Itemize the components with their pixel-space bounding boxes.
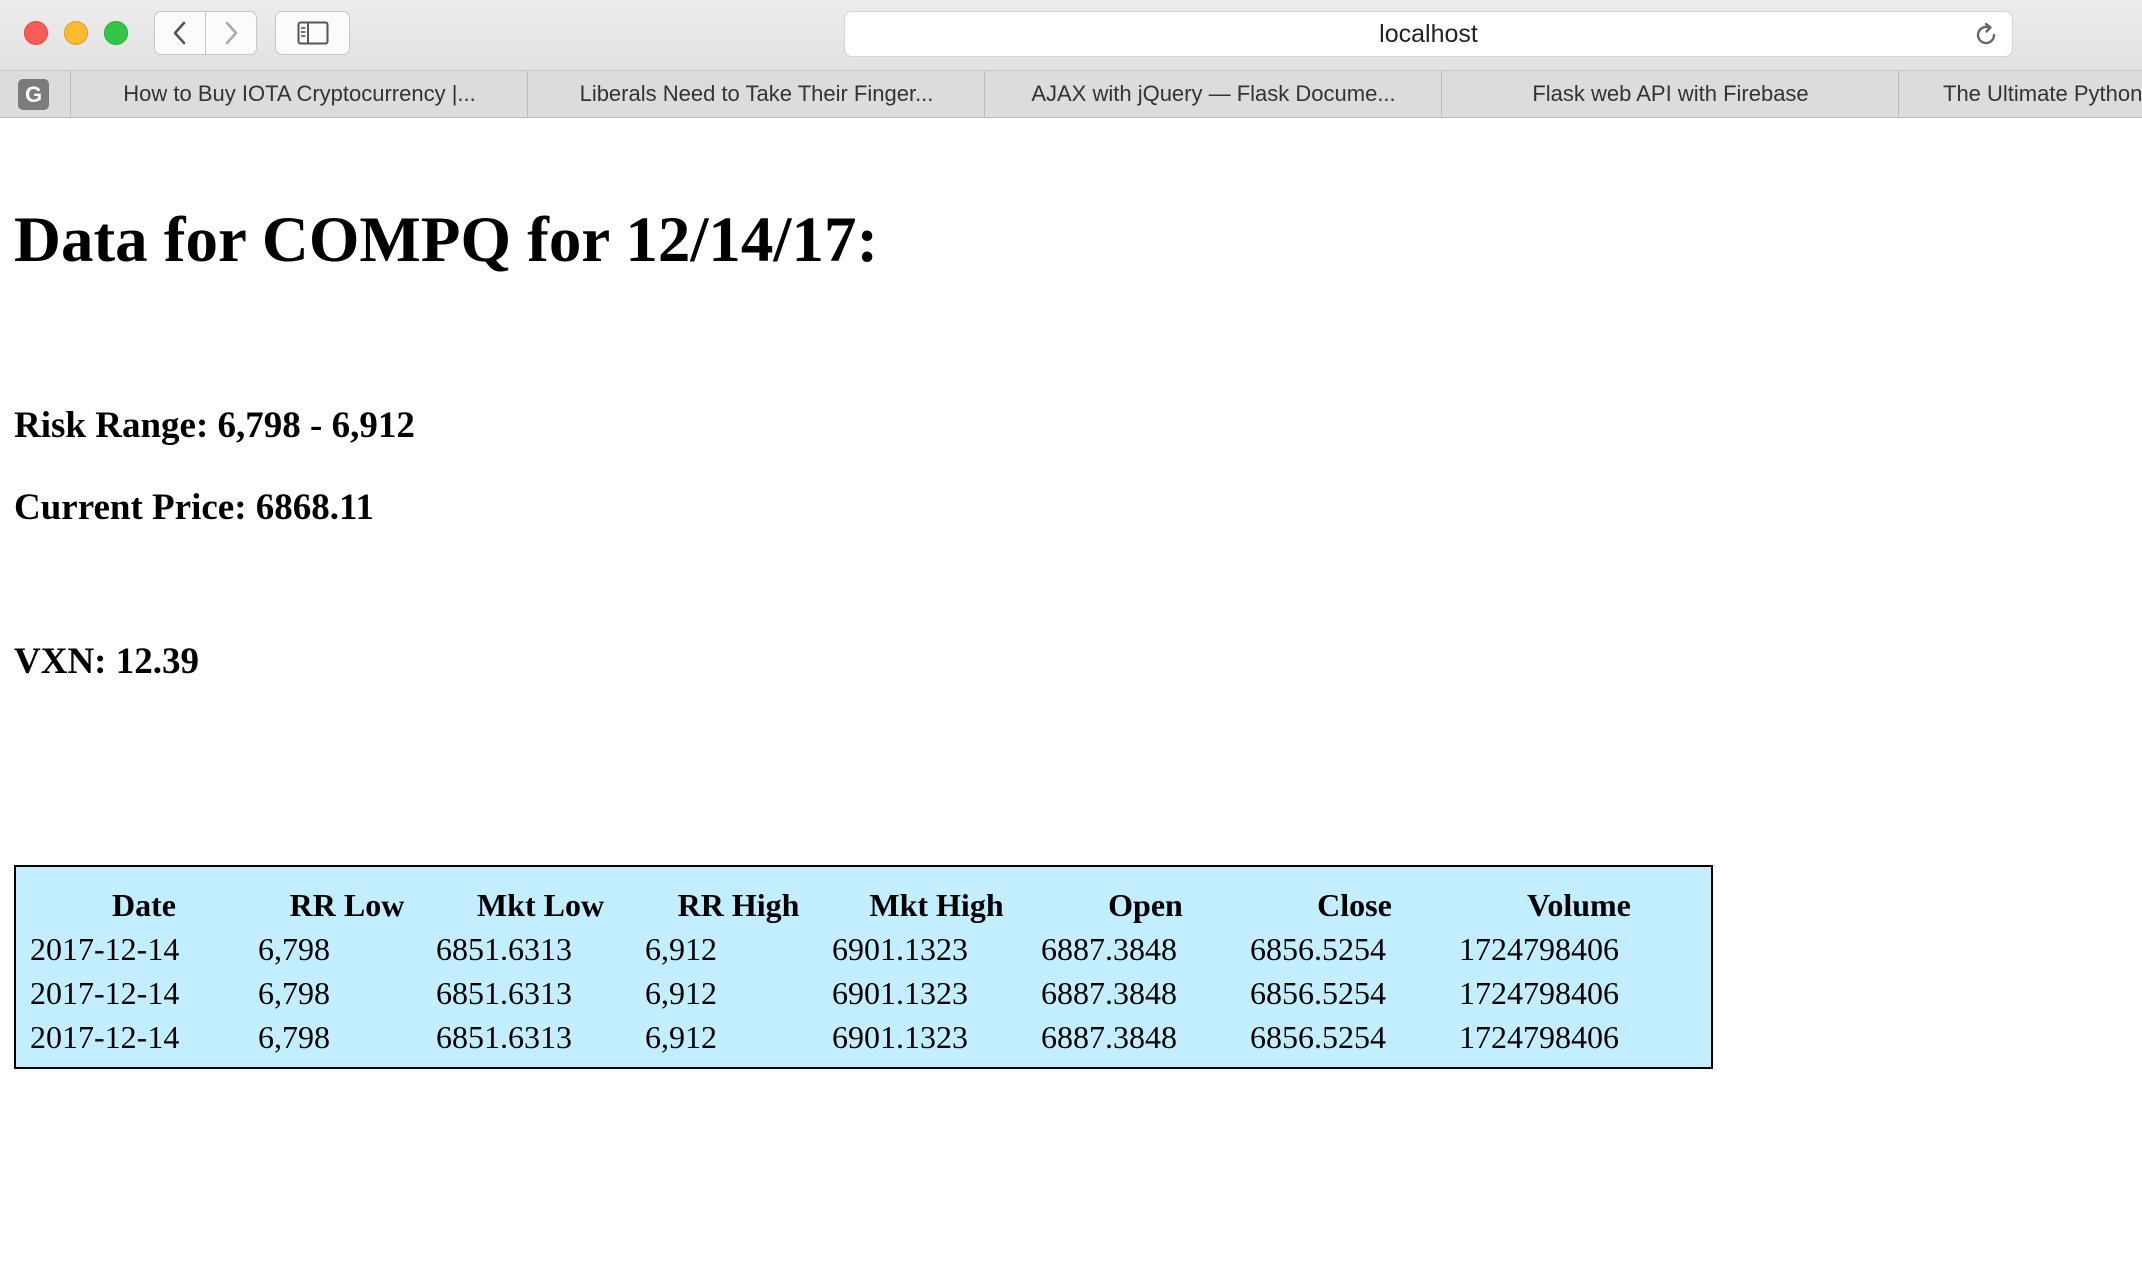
address-bar[interactable]: localhost: [844, 11, 2013, 57]
chevron-left-icon: [173, 21, 186, 45]
minimize-window-button[interactable]: [64, 21, 88, 45]
cell-open: 6887.3848: [1041, 1019, 1177, 1055]
zoom-window-button[interactable]: [104, 21, 128, 45]
cell-rr-high: 6,912: [645, 1019, 717, 1055]
sidebar-toggle-button[interactable]: [275, 11, 350, 55]
cell-date: 2017-12-14: [30, 931, 180, 967]
data-table-container: Date RR Low Mkt Low RR High Mkt High Ope…: [14, 865, 1713, 1069]
column-header-rr-low[interactable]: RR Low: [258, 883, 436, 927]
cell-mkt-low: 6851.6313: [436, 931, 572, 967]
tab-liberals[interactable]: Liberals Need to Take Their Finger...: [527, 71, 985, 117]
tab-ultimate-python[interactable]: The Ultimate Python: [1898, 71, 2142, 117]
cell-mkt-high: 6901.1323: [832, 931, 968, 967]
cell-mkt-high: 6901.1323: [832, 975, 968, 1011]
close-window-button[interactable]: [24, 21, 48, 45]
cell-volume: 1724798406: [1459, 931, 1619, 967]
table-header-row: Date RR Low Mkt Low RR High Mkt High Ope…: [30, 883, 1699, 927]
cell-volume: 1724798406: [1459, 975, 1619, 1011]
table-row: 2017-12-14 6,798 6851.6313 6,912 6901.13…: [30, 971, 1699, 1015]
column-header-mkt-high[interactable]: Mkt High: [832, 883, 1041, 927]
column-header-volume[interactable]: Volume: [1459, 883, 1699, 927]
page-title: Data for COMPQ for 12/14/17:: [14, 204, 879, 276]
vxn-heading: VXN: 12.39: [14, 641, 199, 682]
column-header-rr-high[interactable]: RR High: [645, 883, 832, 927]
tab-flask-firebase[interactable]: Flask web API with Firebase: [1441, 71, 1899, 117]
cell-mkt-low: 6851.6313: [436, 1019, 572, 1055]
table-row: 2017-12-14 6,798 6851.6313 6,912 6901.13…: [30, 927, 1699, 971]
cell-rr-high: 6,912: [645, 931, 717, 967]
forward-button[interactable]: [205, 11, 257, 55]
data-table: Date RR Low Mkt Low RR High Mkt High Ope…: [30, 883, 1699, 1059]
column-header-date[interactable]: Date: [30, 883, 258, 927]
tab-iota[interactable]: How to Buy IOTA Cryptocurrency |...: [70, 71, 528, 117]
cell-mkt-high: 6901.1323: [832, 1019, 968, 1055]
column-header-mkt-low[interactable]: Mkt Low: [436, 883, 645, 927]
table-row: 2017-12-14 6,798 6851.6313 6,912 6901.13…: [30, 1015, 1699, 1059]
tab-bar: G How to Buy IOTA Cryptocurrency |... Li…: [0, 71, 2142, 118]
reload-icon[interactable]: [1972, 21, 2000, 49]
back-button[interactable]: [154, 11, 206, 55]
cell-close: 6856.5254: [1250, 931, 1386, 967]
cell-mkt-low: 6851.6313: [436, 975, 572, 1011]
cell-date: 2017-12-14: [30, 1019, 180, 1055]
current-price-heading: Current Price: 6868.11: [14, 487, 374, 528]
column-header-open[interactable]: Open: [1041, 883, 1250, 927]
cell-close: 6856.5254: [1250, 975, 1386, 1011]
chevron-right-icon: [225, 21, 238, 45]
address-text: localhost: [1379, 20, 1478, 48]
cell-rr-low: 6,798: [258, 1019, 330, 1055]
cell-rr-low: 6,798: [258, 975, 330, 1011]
tab-ajax-jquery[interactable]: AJAX with jQuery — Flask Docume...: [984, 71, 1442, 117]
sidebar-icon: [297, 21, 328, 45]
column-header-close[interactable]: Close: [1250, 883, 1459, 927]
cell-open: 6887.3848: [1041, 975, 1177, 1011]
g-favicon-icon[interactable]: G: [18, 79, 49, 110]
cell-volume: 1724798406: [1459, 1019, 1619, 1055]
cell-date: 2017-12-14: [30, 975, 180, 1011]
cell-rr-high: 6,912: [645, 975, 717, 1011]
cell-open: 6887.3848: [1041, 931, 1177, 967]
cell-close: 6856.5254: [1250, 1019, 1386, 1055]
browser-toolbar: localhost: [0, 0, 2142, 71]
cell-rr-low: 6,798: [258, 931, 330, 967]
risk-range-heading: Risk Range: 6,798 - 6,912: [14, 405, 415, 446]
